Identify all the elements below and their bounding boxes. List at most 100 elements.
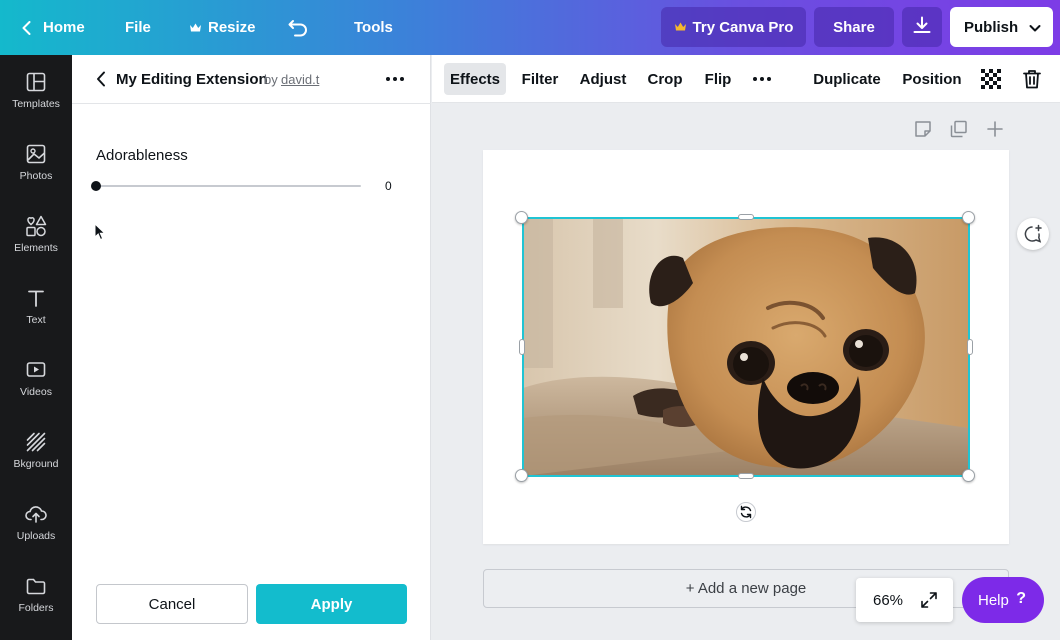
file-menu[interactable]: File (125, 0, 151, 55)
crown-icon (674, 19, 687, 36)
resize-handle-bottom-left[interactable] (515, 469, 528, 482)
zoom-value: 66% (873, 592, 904, 609)
templates-icon (25, 71, 47, 93)
mouse-cursor-icon (94, 222, 106, 246)
pug-photo-image (523, 218, 969, 476)
resize-button[interactable]: Resize (189, 0, 256, 55)
filter-label: Filter (521, 70, 559, 88)
resize-handle-top-right[interactable] (962, 211, 975, 224)
share-label: Share (833, 18, 875, 36)
help-button[interactable]: Help ? (962, 577, 1044, 623)
uploads-icon (25, 503, 47, 525)
undo-icon (288, 19, 310, 37)
page-note-icon[interactable] (914, 120, 932, 143)
folders-icon (25, 575, 47, 597)
flip-label: Flip (704, 70, 732, 88)
sidebar-item-text[interactable]: Text (0, 287, 72, 349)
rotate-handle-icon[interactable] (736, 502, 756, 522)
pug-photo[interactable] (523, 218, 969, 476)
adorableness-slider-thumb[interactable] (91, 181, 101, 191)
author-link[interactable]: david.t (281, 72, 319, 87)
sidebar-item-uploads[interactable]: Uploads (0, 503, 72, 565)
cancel-button[interactable]: Cancel (96, 584, 248, 624)
filter-button[interactable]: Filter (516, 63, 564, 95)
back-chevron-icon[interactable] (96, 71, 106, 92)
resize-handle-bottom-right[interactable] (962, 469, 975, 482)
effects-button[interactable]: Effects (444, 63, 506, 95)
sidebar-item-label: Templates (12, 98, 60, 110)
elements-icon (25, 215, 47, 237)
share-button[interactable]: Share (814, 7, 894, 47)
download-button[interactable] (902, 7, 942, 47)
sidebar-item-templates[interactable]: Templates (0, 71, 72, 133)
resize-handle-left[interactable] (519, 339, 525, 355)
publish-button[interactable]: Publish (950, 7, 1053, 47)
adjust-button[interactable]: Adjust (576, 63, 630, 95)
try-pro-button[interactable]: Try Canva Pro (661, 7, 806, 47)
chevron-left-icon (22, 20, 31, 35)
more-tools-icon[interactable] (748, 63, 776, 95)
resize-handle-right[interactable] (967, 339, 973, 355)
apply-label: Apply (310, 595, 353, 613)
panel-title: My Editing Extension (116, 71, 268, 88)
slider-value: 0 (385, 179, 392, 193)
sidebar-item-folders[interactable]: Folders (0, 575, 72, 637)
by-label: by (264, 72, 278, 87)
chevron-down-icon (1029, 21, 1041, 38)
crop-button[interactable]: Crop (644, 63, 686, 95)
extension-panel: My Editing Extension by david.t Adorable… (72, 55, 431, 640)
resize-handle-top[interactable] (738, 214, 754, 220)
position-button[interactable]: Position (902, 63, 962, 95)
add-page-label: + Add a new page (685, 580, 807, 597)
cancel-label: Cancel (148, 595, 196, 613)
question-mark-icon: ? (1016, 590, 1026, 607)
adjust-label: Adjust (579, 70, 627, 88)
duplicate-page-icon[interactable] (950, 120, 968, 143)
sidebar-item-photos[interactable]: Photos (0, 143, 72, 205)
slider-label: Adorableness (96, 147, 188, 164)
resize-handle-top-left[interactable] (515, 211, 528, 224)
expand-icon[interactable] (920, 591, 938, 614)
tools-label: Tools (354, 19, 393, 36)
add-page-icon[interactable] (986, 120, 1004, 143)
sidebar-item-label: Photos (19, 170, 53, 182)
sidebar-item-label: Elements (14, 242, 58, 254)
background-icon (25, 431, 47, 453)
apply-button[interactable]: Apply (256, 584, 407, 624)
help-label: Help (978, 591, 1009, 609)
image-toolbar: Effects Filter Adjust Crop Flip Duplicat… (432, 55, 1060, 103)
crown-icon (189, 22, 202, 33)
transparency-icon[interactable] (980, 63, 1002, 95)
panel-header: My Editing Extension by david.t (72, 55, 431, 104)
sidebar-item-videos[interactable]: Videos (0, 359, 72, 421)
resize-label: Resize (208, 19, 256, 36)
duplicate-button[interactable]: Duplicate (812, 63, 882, 95)
duplicate-label: Duplicate (813, 70, 881, 88)
sidebar-item-label: Uploads (16, 530, 56, 542)
zoom-control[interactable]: 66% (856, 578, 953, 622)
top-header: Home File Resize Tools Try Canva Pro Sha… (0, 0, 1060, 55)
file-label: File (125, 19, 151, 36)
publish-label: Publish (964, 18, 1019, 36)
videos-icon (25, 359, 47, 381)
home-label: Home (43, 19, 85, 36)
resize-handle-bottom[interactable] (738, 473, 754, 479)
trash-icon[interactable] (1020, 63, 1044, 95)
flip-button[interactable]: Flip (700, 63, 736, 95)
add-comment-icon[interactable] (1017, 218, 1049, 250)
adorableness-slider-track[interactable] (96, 185, 361, 187)
photos-icon (25, 143, 47, 165)
crop-label: Crop (647, 70, 683, 88)
position-label: Position (902, 70, 962, 88)
try-pro-label: Try Canva Pro (692, 18, 794, 36)
text-icon (25, 287, 47, 309)
home-button[interactable]: Home (22, 0, 85, 55)
download-icon (913, 16, 931, 38)
sidebar-item-label: Folders (18, 602, 54, 614)
more-options-icon[interactable] (384, 69, 406, 89)
sidebar-item-elements[interactable]: Elements (0, 215, 72, 277)
undo-button[interactable] (288, 0, 310, 55)
sidebar-item-background[interactable]: Bkground (0, 431, 72, 493)
effects-label: Effects (449, 70, 501, 88)
tools-menu[interactable]: Tools (354, 0, 393, 55)
